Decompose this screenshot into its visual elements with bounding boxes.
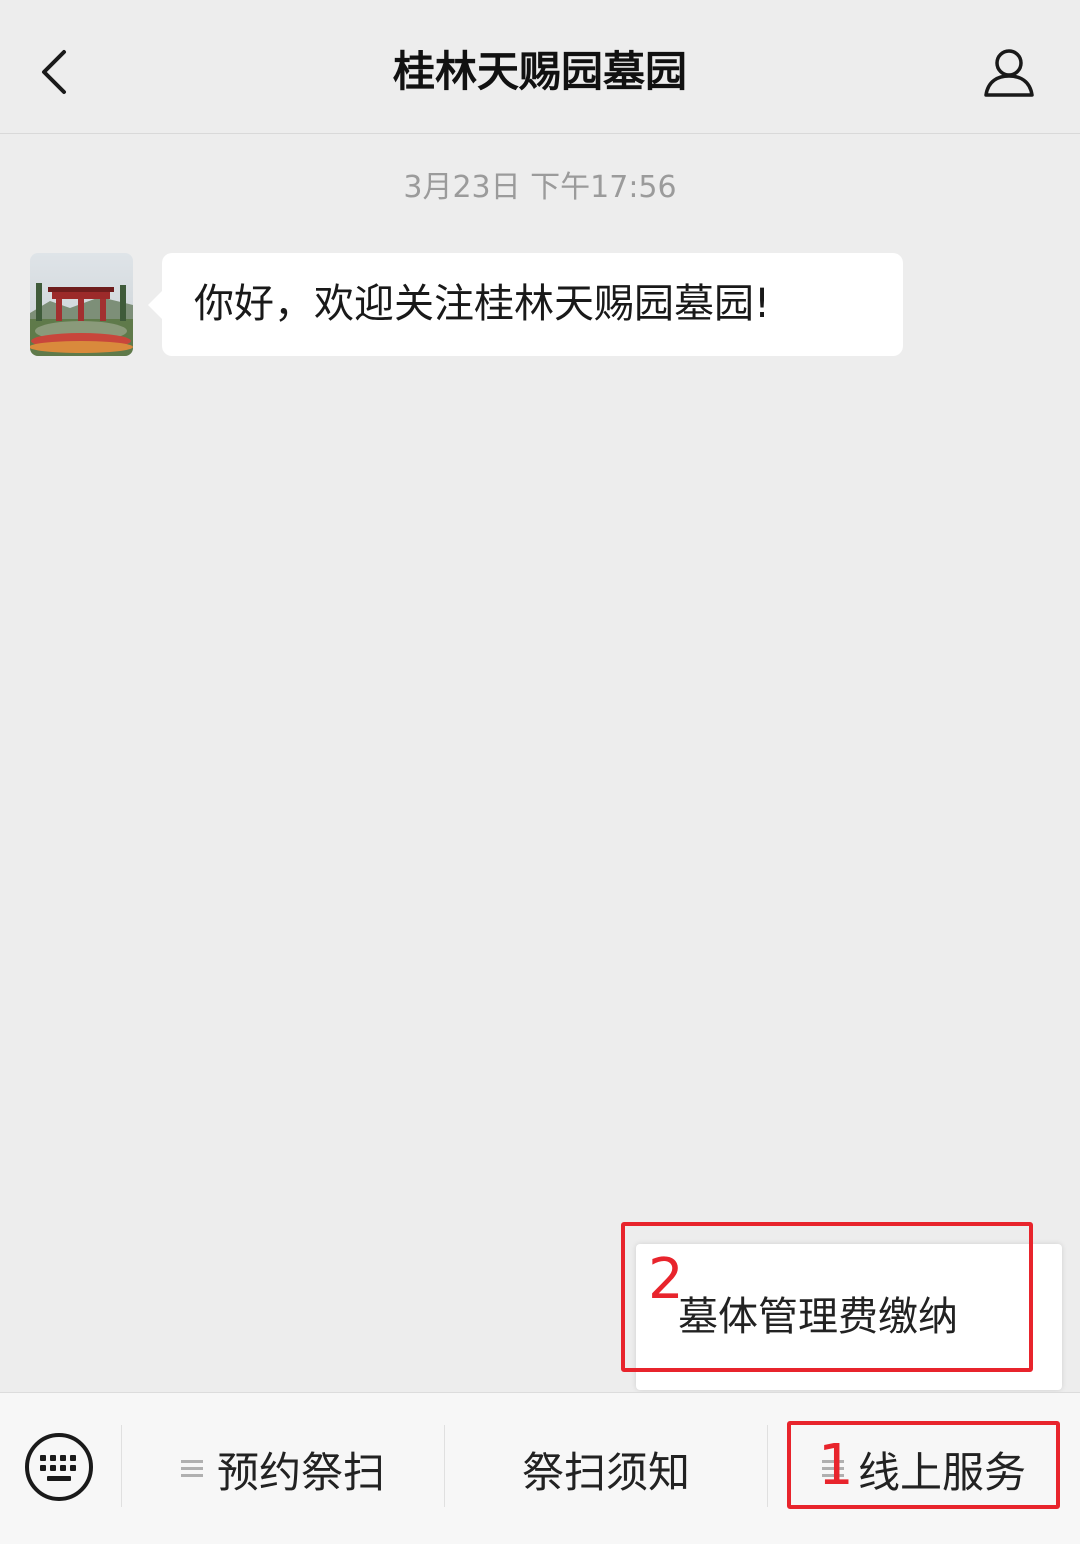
nav-header: 桂林天赐园墓园 <box>0 0 1080 134</box>
menu-tab-label: 祭扫须知 <box>521 1447 690 1497</box>
user-profile-icon <box>984 49 1034 97</box>
account-avatar[interactable] <box>30 253 133 356</box>
menu-tab-label: 线上服务 <box>857 1447 1026 1497</box>
cemetery-gate-photo <box>30 253 133 356</box>
menu-lines-icon <box>180 1458 203 1480</box>
back-button[interactable] <box>24 40 84 104</box>
submenu-popup: 墓体管理费缴纳 <box>636 1244 1062 1390</box>
menu-tab-online-service[interactable]: 线上服务 <box>768 1393 1080 1544</box>
menu-tab-notice[interactable]: 祭扫须知 <box>445 1393 767 1544</box>
submenu-item-grave-management-fee[interactable]: 墓体管理费缴纳 <box>636 1244 1062 1390</box>
message-text: 你好，欢迎关注桂林天赐园墓园! <box>194 281 771 327</box>
profile-button[interactable] <box>974 40 1044 104</box>
custom-menu-bar: 预约祭扫 祭扫须知 线上服务 <box>0 1392 1080 1544</box>
annotation-number-2: 2 <box>648 1247 684 1312</box>
annotation-number-1: 1 <box>818 1433 854 1498</box>
keyboard-icon <box>25 1433 93 1501</box>
message-bubble: 你好，欢迎关注桂林天赐园墓园! <box>148 253 903 356</box>
menu-tab-label: 预约祭扫 <box>216 1447 385 1497</box>
page-title: 桂林天赐园墓园 <box>392 47 687 96</box>
message-timestamp: 3月23日 下午17:56 <box>403 170 677 205</box>
back-arrow-icon <box>42 50 66 94</box>
keyboard-toggle-button[interactable] <box>22 1430 96 1504</box>
menu-tab-booking[interactable]: 预约祭扫 <box>122 1393 444 1544</box>
